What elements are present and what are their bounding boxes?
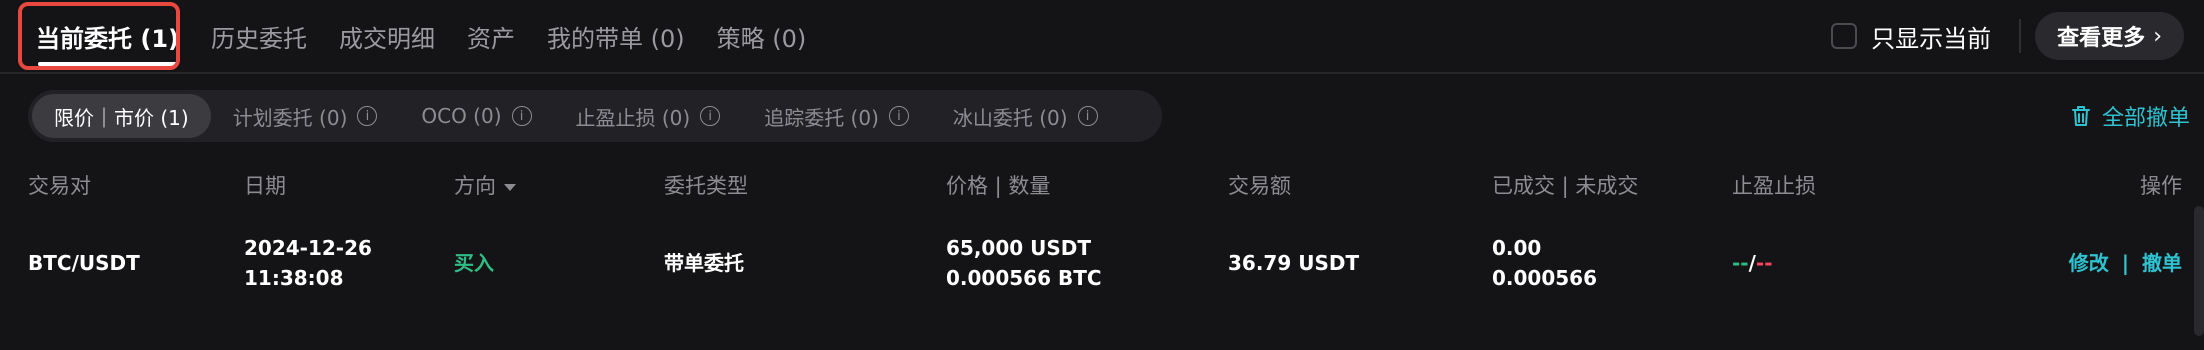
tab-trade-details-label: 成交明细 bbox=[339, 24, 435, 53]
tab-my-copy-orders-label: 我的带单 (0) bbox=[547, 24, 685, 53]
tab-strategies[interactable]: 策略 (0) bbox=[701, 0, 823, 72]
subtab-plan-orders-label: 计划委托 (0) bbox=[232, 105, 348, 130]
info-icon[interactable]: i bbox=[700, 106, 721, 126]
top-right-controls: 只显示当前 查看更多 › bbox=[1831, 10, 2184, 62]
header-pair: 交易对 bbox=[28, 174, 91, 198]
info-icon[interactable]: i bbox=[511, 106, 532, 126]
row-type: 带单委托 bbox=[664, 251, 744, 275]
tab-order-history-label: 历史委托 bbox=[211, 24, 307, 53]
row-tp-value: -- bbox=[1732, 251, 1749, 275]
view-more-button[interactable]: 查看更多 › bbox=[2035, 12, 2184, 60]
tab-current-orders-label: 当前委托 (1) bbox=[36, 24, 179, 53]
tab-order-history[interactable]: 历史委托 bbox=[195, 0, 323, 72]
row-tpsl-separator: / bbox=[1748, 251, 1756, 275]
header-side-label: 方向 bbox=[454, 174, 496, 198]
chevron-right-icon: › bbox=[2153, 23, 2162, 49]
row-date: 2024-12-26 bbox=[244, 236, 372, 260]
sort-down-icon bbox=[504, 183, 516, 191]
row-side: 买入 bbox=[454, 251, 494, 275]
info-icon[interactable]: i bbox=[888, 106, 909, 126]
subtab-trailing-label: 追踪委托 (0) bbox=[764, 105, 879, 130]
order-type-tabs: 限价｜市价 (1) 计划委托 (0) i OCO (0) i 止盈止损 (0) … bbox=[28, 90, 1162, 142]
subtab-oco[interactable]: OCO (0) i bbox=[399, 94, 553, 138]
view-more-label: 查看更多 bbox=[2057, 26, 2146, 51]
row-pair[interactable]: BTC/USDT bbox=[28, 248, 140, 278]
info-icon[interactable]: i bbox=[357, 106, 378, 126]
subtab-limit-market[interactable]: 限价｜市价 (1) bbox=[32, 94, 211, 138]
row-actions: 修改 | 撤单 bbox=[2069, 248, 2182, 278]
subtab-limit-market-label: 限价｜市价 (1) bbox=[54, 105, 189, 130]
tab-my-copy-orders[interactable]: 我的带单 (0) bbox=[531, 0, 701, 72]
edit-order-link[interactable]: 修改 bbox=[2069, 251, 2109, 275]
row-price: 65,000 USDT bbox=[946, 236, 1092, 260]
subtab-tp-sl-label: 止盈止损 (0) bbox=[575, 105, 691, 130]
row-time: 11:38:08 bbox=[244, 266, 344, 290]
row-qty: 0.000566 BTC bbox=[946, 266, 1102, 290]
subtab-iceberg-label: 冰山委托 (0) bbox=[952, 105, 1068, 130]
header-type: 委托类型 bbox=[664, 174, 748, 198]
row-tpsl: --/-- bbox=[1732, 248, 1773, 278]
header-tpsl: 止盈止损 bbox=[1732, 174, 1816, 198]
header-amount: 交易额 bbox=[1228, 174, 1291, 198]
row-sl-value: -- bbox=[1755, 251, 1773, 275]
subtab-tp-sl[interactable]: 止盈止损 (0) i bbox=[554, 94, 743, 138]
trash-icon bbox=[2071, 106, 2090, 126]
only-current-checkbox[interactable] bbox=[1831, 23, 1858, 49]
header-filled: 已成交 | 未成交 bbox=[1492, 174, 1639, 198]
row-unfilled: 0.000566 bbox=[1492, 266, 1598, 290]
tabs-divider bbox=[0, 72, 2204, 74]
subtab-trailing[interactable]: 追踪委托 (0) i bbox=[742, 94, 931, 138]
subtab-iceberg[interactable]: 冰山委托 (0) i bbox=[931, 94, 1120, 138]
header-side[interactable]: 方向 bbox=[454, 170, 516, 200]
header-date: 日期 bbox=[244, 174, 286, 198]
only-current-label[interactable]: 只显示当前 bbox=[1871, 19, 1991, 54]
header-price-qty: 价格 | 数量 bbox=[946, 174, 1051, 198]
actions-separator: | bbox=[2121, 251, 2130, 275]
tab-trade-details[interactable]: 成交明细 bbox=[323, 0, 451, 72]
tab-assets[interactable]: 资产 bbox=[451, 0, 531, 72]
divider bbox=[2019, 19, 2022, 53]
tab-current-orders[interactable]: 当前委托 (1) bbox=[20, 0, 195, 72]
active-tab-underline bbox=[38, 62, 177, 66]
header-actions: 操作 bbox=[2140, 174, 2182, 198]
tab-strategies-label: 策略 (0) bbox=[716, 24, 807, 53]
subtab-oco-label: OCO (0) bbox=[421, 104, 502, 128]
cancel-order-link[interactable]: 撤单 bbox=[2142, 251, 2182, 275]
subtab-plan-orders[interactable]: 计划委托 (0) i bbox=[211, 94, 400, 138]
row-filled: 0.00 bbox=[1492, 236, 1542, 260]
info-icon[interactable]: i bbox=[1077, 106, 1098, 126]
tab-assets-label: 资产 bbox=[467, 24, 515, 53]
row-amount: 36.79 USDT bbox=[1228, 251, 1360, 275]
cancel-all-button[interactable]: 全部撤单 bbox=[2070, 98, 2190, 134]
vertical-scrollbar[interactable] bbox=[2194, 206, 2204, 336]
cancel-all-label: 全部撤单 bbox=[2101, 106, 2190, 131]
